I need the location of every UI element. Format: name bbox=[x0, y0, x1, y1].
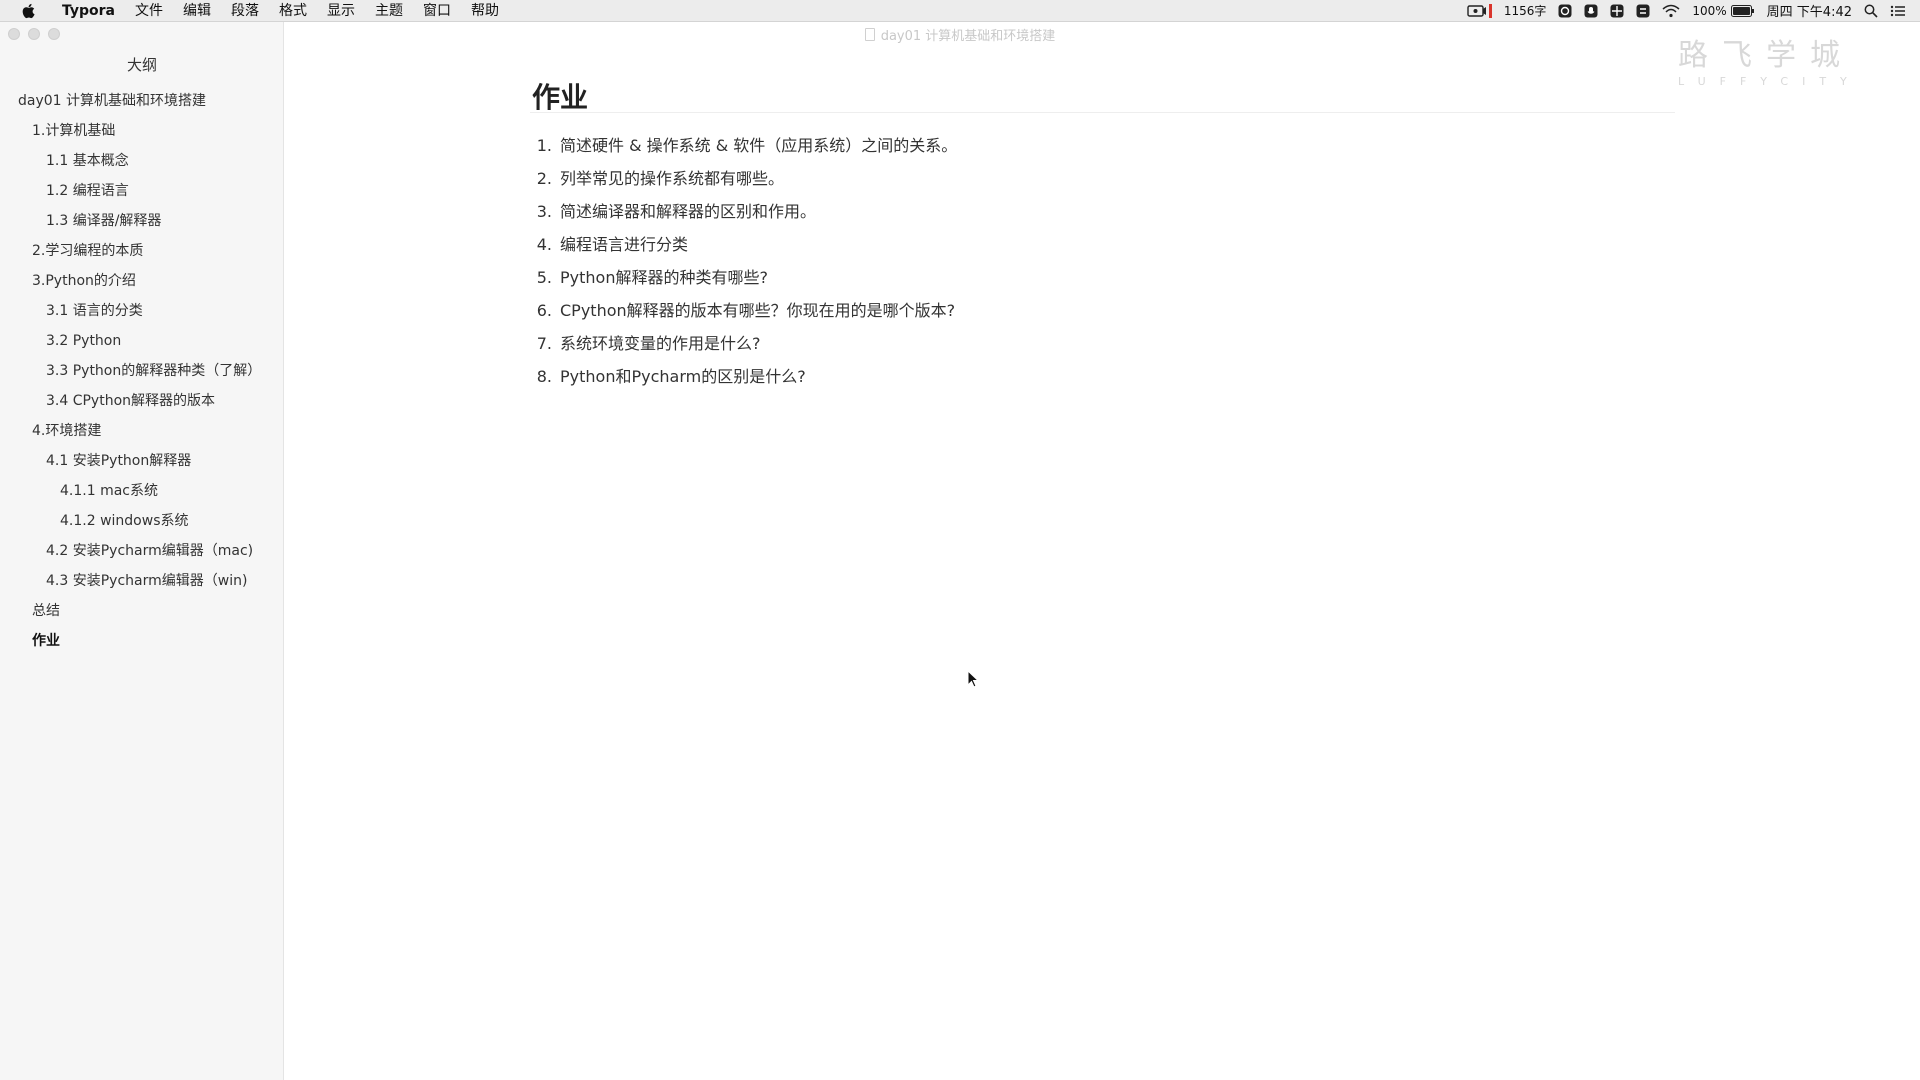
menu-app-typora[interactable]: Typora bbox=[52, 0, 125, 22]
grid-icon[interactable] bbox=[1610, 4, 1624, 18]
outline-item-3-1[interactable]: 3.1 语言的分类 bbox=[0, 296, 284, 326]
outline-item-homework[interactable]: 作业 bbox=[0, 626, 284, 656]
outline-item-4[interactable]: 4.环境搭建 bbox=[0, 416, 284, 446]
status-icon-circle[interactable] bbox=[1558, 4, 1572, 18]
list-item: 2. 列举常见的操作系统都有哪些。 bbox=[530, 162, 957, 195]
outline-item-3-2[interactable]: 3.2 Python bbox=[0, 326, 284, 356]
list-icon[interactable] bbox=[1890, 4, 1906, 18]
close-button[interactable] bbox=[8, 28, 20, 40]
battery-percent: 100% bbox=[1692, 3, 1727, 18]
menu-format[interactable]: 格式 bbox=[269, 0, 317, 22]
list-item-number: 1. bbox=[536, 136, 552, 155]
list-item-number: 2. bbox=[536, 169, 552, 188]
outline-item-4-1[interactable]: 4.1 安装Python解释器 bbox=[0, 446, 284, 476]
list-item-number: 8. bbox=[536, 367, 552, 386]
menu-paragraph[interactable]: 段落 bbox=[221, 0, 269, 22]
list-item: 6. CPython解释器的版本有哪些？你现在用的是哪个版本? bbox=[530, 294, 957, 327]
zoom-button[interactable] bbox=[48, 28, 60, 40]
recording-indicator bbox=[1488, 3, 1492, 18]
list-item-number: 5. bbox=[536, 268, 552, 287]
outline-item-3[interactable]: 3.Python的介绍 bbox=[0, 266, 284, 296]
list-item-number: 4. bbox=[536, 235, 552, 254]
list-item-text: 简述硬件 & 操作系统 & 软件（应用系统）之间的关系。 bbox=[560, 136, 958, 155]
mouse-cursor-icon bbox=[967, 669, 980, 692]
window-titlebar: day01 计算机基础和环境搭建 bbox=[0, 22, 1920, 46]
outline-item-4-3[interactable]: 4.3 安装Pycharm编辑器（win) bbox=[0, 566, 284, 596]
list-item-number: 6. bbox=[536, 301, 552, 320]
window-controls bbox=[8, 28, 68, 40]
list-item: 1. 简述硬件 & 操作系统 & 软件（应用系统）之间的关系。 bbox=[530, 129, 958, 162]
search-icon[interactable] bbox=[1864, 4, 1878, 18]
heading-divider bbox=[530, 112, 1675, 113]
list-item-text: CPython解释器的版本有哪些？你现在用的是哪个版本? bbox=[560, 301, 956, 320]
wifi-icon[interactable] bbox=[1662, 4, 1680, 18]
status-area: 1156字 100% 周四 下午4:42 bbox=[1455, 1, 1920, 20]
outline-item-1-3[interactable]: 1.3 编译器/解释器 bbox=[0, 206, 284, 236]
menu-help[interactable]: 帮助 bbox=[461, 0, 509, 22]
minimize-button[interactable] bbox=[28, 28, 40, 40]
document-icon bbox=[864, 27, 875, 41]
word-count[interactable]: 1156字 bbox=[1504, 2, 1547, 19]
outline-item-4-1-1[interactable]: 4.1.1 mac系统 bbox=[0, 476, 284, 506]
outline-item-1-2[interactable]: 1.2 编程语言 bbox=[0, 176, 284, 206]
outline-item-2[interactable]: 2.学习编程的本质 bbox=[0, 236, 284, 266]
watermark-cn: 路飞学城 bbox=[1678, 38, 1854, 73]
screen-record-icon[interactable] bbox=[1467, 4, 1487, 18]
outline-item-4-1-2[interactable]: 4.1.2 windows系统 bbox=[0, 506, 284, 536]
list-item-number: 3. bbox=[536, 202, 552, 221]
list-item: 8. Python和Pycharm的区别是什么? bbox=[530, 360, 957, 393]
outline-item-1-1[interactable]: 1.1 基本概念 bbox=[0, 146, 284, 176]
menu-bar: Typora 文件 编辑 段落 格式 显示 主题 窗口 帮助 1156字 100… bbox=[0, 0, 1920, 22]
list-item: 7. 系统环境变量的作用是什么? bbox=[530, 327, 957, 360]
microphone-icon[interactable] bbox=[1584, 4, 1598, 18]
homework-list: 1. 简述硬件 & 操作系统 & 软件（应用系统）之间的关系。 2. 列举常见的操作… bbox=[530, 129, 958, 393]
outline-list: day01 计算机基础和环境搭建 1.计算机基础 1.1 基本概念 1.2 编程… bbox=[0, 86, 284, 656]
list-item: 3. 简述编译器和解释器的区别和作用。 bbox=[530, 195, 957, 228]
outline-item-3-4[interactable]: 3.4 CPython解释器的版本 bbox=[0, 386, 284, 416]
outline-item-day01[interactable]: day01 计算机基础和环境搭建 bbox=[0, 86, 284, 116]
sidebar-title: 大纲 bbox=[126, 56, 157, 74]
list-item-text: 编程语言进行分类 bbox=[560, 235, 689, 254]
menu-file[interactable]: 文件 bbox=[125, 0, 173, 22]
outline-item-4-2[interactable]: 4.2 安装Pycharm编辑器（mac) bbox=[0, 536, 284, 566]
menu-theme[interactable]: 主题 bbox=[365, 0, 413, 22]
clock[interactable]: 周四 下午4:42 bbox=[1767, 1, 1852, 20]
watermark-en: LUFFYCITY bbox=[1678, 75, 1861, 88]
window-title: day01 计算机基础和环境搭建 bbox=[880, 28, 1056, 44]
luffycity-watermark: 路飞学城 LUFFYCITY bbox=[1678, 38, 1854, 98]
outline-item-summary[interactable]: 总结 bbox=[0, 596, 284, 626]
menu-edit[interactable]: 编辑 bbox=[173, 0, 221, 22]
list-item: 5. Python解释器的种类有哪些? bbox=[530, 261, 957, 294]
outline-sidebar: 大纲 day01 计算机基础和环境搭建 1.计算机基础 1.1 基本概念 1.2… bbox=[0, 22, 284, 1080]
list-item: 4. 编程语言进行分类 bbox=[530, 228, 957, 261]
list-item-text: 系统环境变量的作用是什么? bbox=[560, 334, 761, 353]
outline-item-3-3[interactable]: 3.3 Python的解释器种类（了解） bbox=[0, 356, 284, 386]
outline-item-1[interactable]: 1.计算机基础 bbox=[0, 116, 284, 146]
typora-window: 大纲 day01 计算机基础和环境搭建 1.计算机基础 1.1 基本概念 1.2… bbox=[0, 22, 1920, 1080]
menu-window[interactable]: 窗口 bbox=[413, 0, 461, 22]
menu-view[interactable]: 显示 bbox=[317, 0, 365, 22]
battery-icon[interactable] bbox=[1730, 4, 1755, 17]
list-item-text: 列举常见的操作系统都有哪些。 bbox=[560, 169, 785, 188]
list-item-text: 简述编译器和解释器的区别和作用。 bbox=[560, 202, 817, 221]
sync-icon[interactable] bbox=[1636, 4, 1650, 18]
list-item-text: Python解释器的种类有哪些? bbox=[560, 268, 768, 287]
list-item-text: Python和Pycharm的区别是什么? bbox=[560, 367, 806, 386]
apple-icon[interactable] bbox=[18, 1, 38, 21]
page-title: 作业 bbox=[532, 81, 589, 114]
list-item-number: 7. bbox=[536, 334, 552, 353]
